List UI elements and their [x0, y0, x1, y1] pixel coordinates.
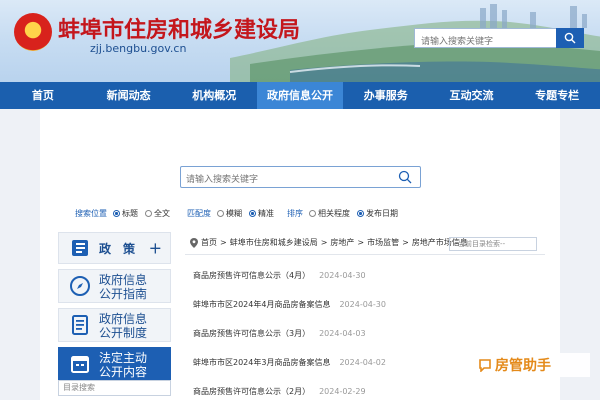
breadcrumb-item[interactable]: 蚌埠市住房和城乡建设局: [230, 237, 318, 248]
header-search-input[interactable]: [415, 33, 555, 51]
nav-item-news[interactable]: 新闻动态: [86, 82, 172, 109]
list-item[interactable]: 蚌埠市市区2024年4月商品房备案信息 2024-04-30: [193, 290, 543, 319]
sidebar-item-label: 公开内容: [99, 365, 148, 379]
radio-selected[interactable]: [249, 210, 256, 217]
filter-sort-label: 排序: [287, 209, 303, 218]
breadcrumb-separator: >: [402, 238, 409, 247]
watermark-text: 房管助手: [495, 358, 551, 374]
divider: [185, 254, 545, 255]
list-item-title[interactable]: 商品房预售许可信息公示（2月）: [193, 386, 310, 397]
header-search: [414, 28, 584, 51]
list-item-title[interactable]: 商品房预售许可信息公示（4月）: [193, 270, 310, 281]
list-item-date: 2024-04-30: [319, 271, 366, 280]
search-icon[interactable]: [398, 170, 412, 184]
sidebar-item-statutory[interactable]: 法定主动 公开内容: [58, 347, 171, 381]
sidebar-item-label: 公开制度: [99, 326, 148, 340]
list-item[interactable]: 商品房预售许可信息公示（3月） 2024-04-03: [193, 319, 543, 348]
filter-position: 搜索位置 标题 全文: [75, 208, 174, 219]
radio-selected[interactable]: [357, 210, 364, 217]
breadcrumb-item[interactable]: 市场监管: [367, 237, 399, 248]
breadcrumb: 首页 > 蚌埠市住房和城乡建设局 > 房地产 > 市场监管 > 房地产市场信息: [190, 237, 468, 248]
nav-item-organization[interactable]: 机构概况: [171, 82, 257, 109]
document-list-icon: [72, 315, 88, 335]
radio[interactable]: [217, 210, 224, 217]
filter-match-label: 匹配度: [187, 209, 211, 218]
filter-option[interactable]: 标题: [113, 208, 138, 219]
breadcrumb-separator: >: [320, 238, 328, 247]
book-icon: [72, 240, 88, 256]
calendar-icon: [71, 356, 89, 373]
search-icon: [564, 32, 576, 44]
nav-item-topics[interactable]: 专题专栏: [514, 82, 600, 109]
list-item[interactable]: 商品房预售许可信息公示（4月） 2024-04-30: [193, 261, 543, 290]
filter-sort: 排序 相关程度 发布日期: [287, 208, 402, 219]
plus-icon[interactable]: +: [149, 239, 162, 258]
list-item[interactable]: 商品房预售许可信息公示（2月） 2024-02-29: [193, 377, 543, 400]
main-search: [180, 166, 421, 190]
watermark: 房管助手: [474, 353, 590, 377]
list-item-title[interactable]: 商品房预售许可信息公示（3月）: [193, 328, 310, 339]
sidebar-item-label: 政府信息: [99, 273, 148, 287]
breadcrumb-separator: >: [220, 238, 227, 247]
filter-option[interactable]: 发布日期: [357, 208, 398, 219]
chat-bubble-icon: [479, 359, 491, 372]
main-nav: 首页 新闻动态 机构概况 政府信息公开 办事服务 互动交流 专题专栏: [0, 82, 600, 109]
sidebar-search-input[interactable]: 目录搜索: [58, 380, 171, 396]
header-search-button[interactable]: [556, 28, 584, 48]
filter-position-label: 搜索位置: [75, 209, 107, 218]
option-label: 精准: [258, 209, 274, 218]
breadcrumb-item[interactable]: 房地产: [330, 237, 354, 248]
option-label: 全文: [154, 209, 170, 218]
national-emblem-icon: [14, 13, 52, 51]
compass-icon: [70, 276, 90, 296]
breadcrumb-item[interactable]: 首页: [201, 237, 217, 248]
article-list: 商品房预售许可信息公示（4月） 2024-04-30 蚌埠市市区2024年4月商品…: [193, 261, 543, 400]
site-title: 蚌埠市住房和城乡建设局: [58, 17, 301, 43]
sidebar-item-label: 法定主动: [99, 351, 148, 365]
site-header: 蚌埠市住房和城乡建设局 zjj.bengbu.gov.cn: [0, 0, 600, 82]
radio[interactable]: [145, 210, 152, 217]
radio[interactable]: [309, 210, 316, 217]
list-item-title[interactable]: 蚌埠市市区2024年4月商品房备案信息: [193, 299, 330, 310]
list-item-date: 2024-04-02: [339, 358, 386, 367]
sidebar-item-policy[interactable]: 政 策 +: [58, 232, 171, 264]
filter-option[interactable]: 全文: [145, 208, 170, 219]
sidebar-item-guide[interactable]: 政府信息 公开指南: [58, 269, 171, 303]
list-item-date: 2024-04-30: [339, 300, 386, 309]
search-filters: 搜索位置 标题 全文 匹配度 模糊 精准 排序 相关程度 发布日期: [75, 208, 555, 222]
option-label: 相关程度: [318, 209, 350, 218]
radio-selected[interactable]: [113, 210, 120, 217]
nav-item-home[interactable]: 首页: [0, 82, 86, 109]
option-label: 标题: [122, 209, 138, 218]
nav-item-gov-info[interactable]: 政府信息公开: [257, 82, 343, 109]
sidebar-item-system[interactable]: 政府信息 公开制度: [58, 308, 171, 342]
option-label: 模糊: [226, 209, 242, 218]
sidebar-item-label: 政府信息: [99, 312, 148, 326]
main-search-input[interactable]: [181, 170, 381, 190]
filter-option[interactable]: 精准: [249, 208, 274, 219]
filter-match: 匹配度 模糊 精准: [187, 208, 278, 219]
location-pin-icon: [190, 237, 198, 248]
breadcrumb-separator: >: [357, 238, 365, 247]
option-label: 发布日期: [366, 209, 398, 218]
sidebar-item-label: 公开指南: [99, 287, 148, 301]
list-item-date: 2024-04-03: [319, 329, 366, 338]
list-item-date: 2024-02-29: [319, 387, 366, 396]
site-url: zjj.bengbu.gov.cn: [90, 42, 187, 55]
nav-item-services[interactable]: 办事服务: [343, 82, 429, 109]
sidebar-item-label: 政 策: [99, 242, 136, 256]
list-item-title[interactable]: 蚌埠市市区2024年3月商品房备案信息: [193, 357, 330, 368]
filter-option[interactable]: 模糊: [217, 208, 242, 219]
filter-option[interactable]: 相关程度: [309, 208, 350, 219]
nav-item-interaction[interactable]: 互动交流: [429, 82, 515, 109]
directory-search-input[interactable]: --当前目录检索--: [449, 237, 537, 251]
